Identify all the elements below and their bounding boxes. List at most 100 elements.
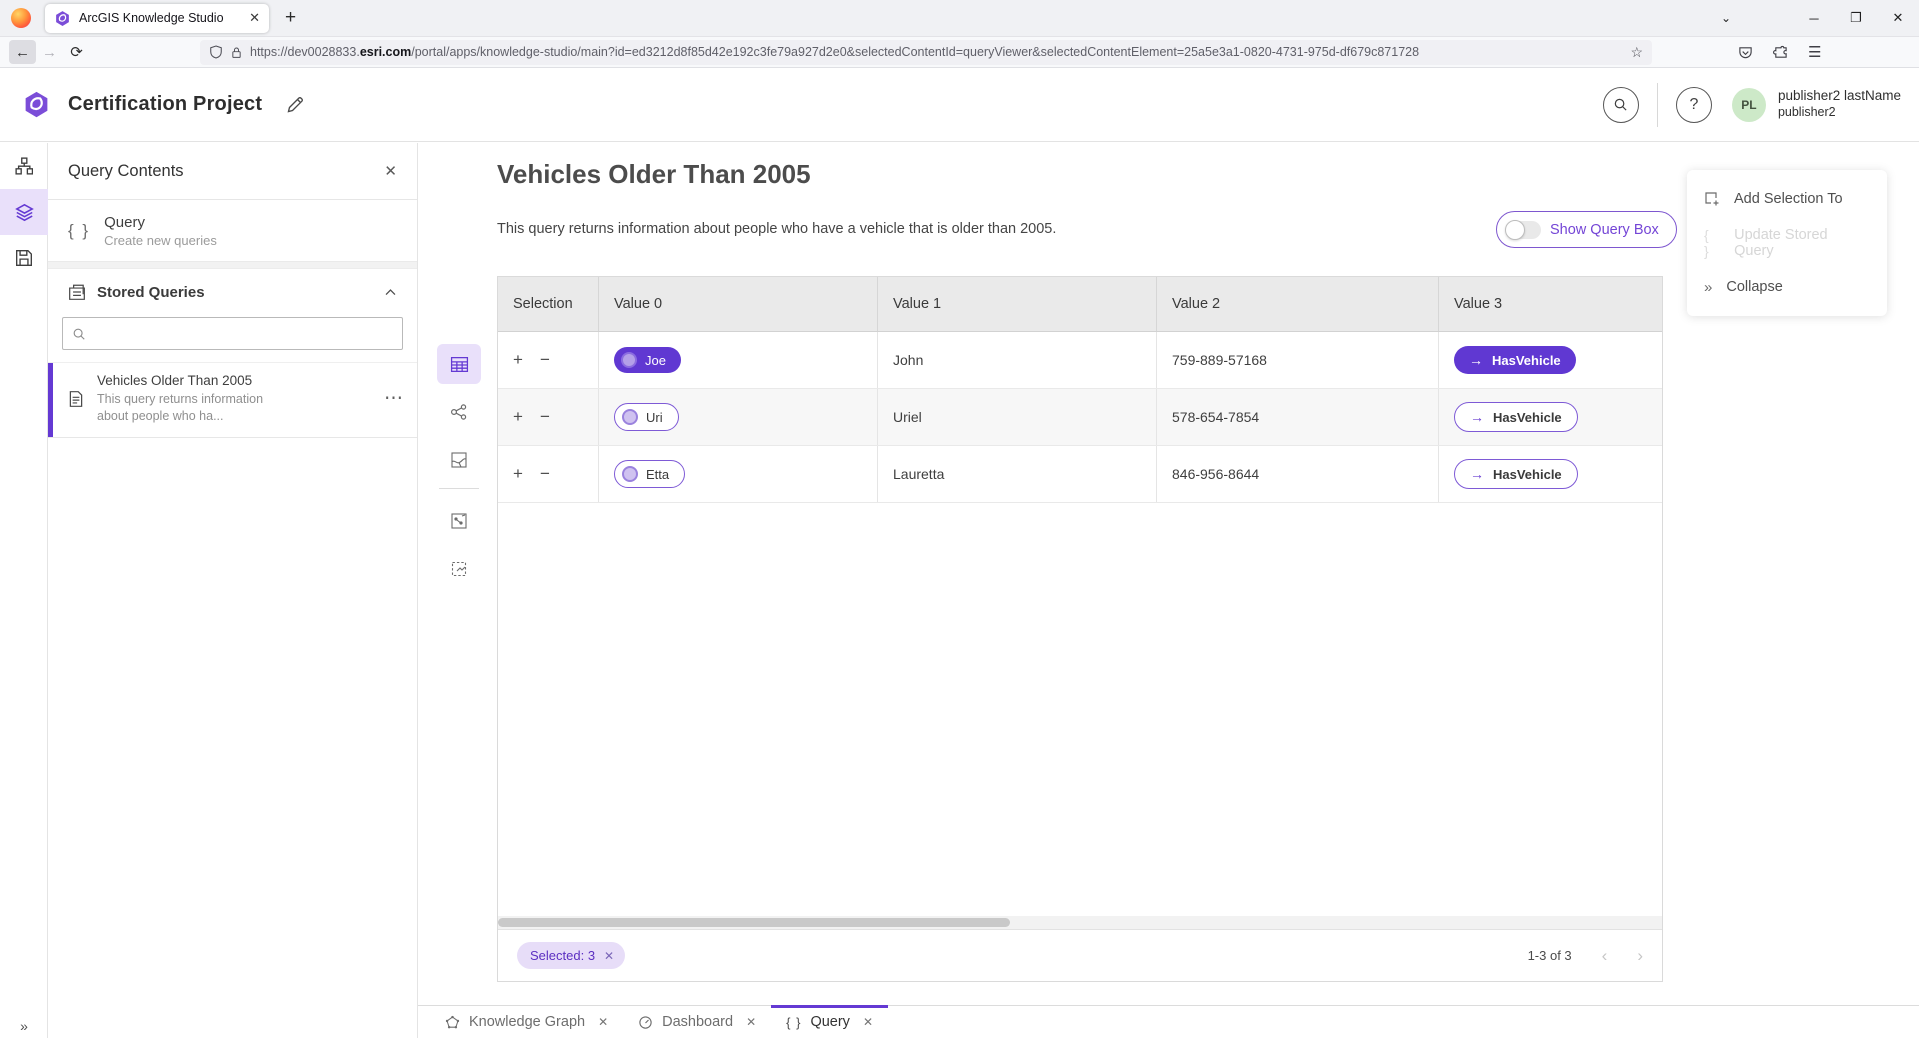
more-options-ellipsis-icon[interactable]: ⋯	[384, 387, 403, 410]
window-minimize-button[interactable]: ─	[1793, 11, 1835, 26]
section-gap	[48, 262, 417, 269]
header-divider	[1657, 83, 1658, 127]
column-header[interactable]: Value 0	[599, 277, 878, 331]
tab-close-icon[interactable]: ✕	[746, 1015, 756, 1029]
search-input[interactable]	[93, 326, 393, 341]
entity-pill[interactable]: Etta	[614, 460, 685, 488]
remove-selection-minus-icon[interactable]: −	[540, 407, 550, 427]
remove-selection-minus-icon[interactable]: −	[540, 464, 550, 484]
new-query-item[interactable]: { } Query Create new queries	[48, 200, 417, 262]
firefox-icon[interactable]	[11, 8, 31, 28]
back-button[interactable]: ←	[9, 40, 36, 64]
menu-item-update-stored-query[interactable]: { } Update Stored Query	[1687, 221, 1887, 265]
clear-selection-icon[interactable]: ✕	[604, 949, 614, 963]
user-name: publisher2 lastName	[1778, 88, 1901, 105]
results-table: Selection Value 0 Value 1 Value 2 Value …	[497, 276, 1663, 982]
cell-value: 759-889-57168	[1172, 352, 1267, 368]
tab-knowledge-graph[interactable]: Knowledge Graph ✕	[430, 1006, 623, 1038]
column-header[interactable]: Selection	[498, 277, 599, 331]
table-header: Selection Value 0 Value 1 Value 2 Value …	[498, 277, 1662, 332]
rail-save-button[interactable]	[0, 235, 48, 281]
browser-nav-bar: ← → ⟳ https://dev0028833.esri.com/portal…	[0, 37, 1919, 68]
show-query-box-toggle[interactable]: Show Query Box	[1496, 211, 1677, 248]
horizontal-scrollbar[interactable]	[498, 916, 1662, 929]
column-header[interactable]: Value 2	[1157, 277, 1439, 331]
tab-close-icon[interactable]: ✕	[863, 1015, 873, 1029]
new-tab-button[interactable]: +	[285, 7, 296, 29]
edit-pencil-icon[interactable]	[286, 96, 304, 114]
pocket-icon[interactable]	[1738, 45, 1753, 60]
next-page-chevron-icon[interactable]: ›	[1637, 946, 1643, 966]
extensions-puzzle-icon[interactable]	[1773, 45, 1788, 60]
expand-rail-chevrons-icon[interactable]: »	[0, 1018, 48, 1034]
tracking-shield-icon[interactable]	[209, 45, 223, 59]
page-description: This query returns information about peo…	[497, 221, 1056, 237]
table-view-button[interactable]	[437, 344, 481, 384]
scrollbar-thumb[interactable]	[498, 918, 1010, 927]
arrow-right-icon: →	[1469, 352, 1483, 368]
entity-pill[interactable]: Uri	[614, 403, 679, 431]
lock-icon[interactable]	[230, 46, 243, 59]
window-close-button[interactable]: ✕	[1877, 10, 1919, 26]
relationship-pill[interactable]: →HasVehicle	[1454, 346, 1576, 374]
rail-knowledge-graph-button[interactable]	[0, 143, 48, 189]
add-to-link-chart-button[interactable]	[437, 501, 481, 541]
browser-tab-strip: ArcGIS Knowledge Studio ✕ + ⌄ ─ ❐ ✕	[0, 0, 1919, 37]
relationship-pill[interactable]: →HasVehicle	[1454, 402, 1578, 432]
bookmark-star-icon[interactable]: ☆	[1630, 44, 1643, 61]
add-selection-square-plus-icon	[1704, 191, 1720, 207]
map-view-button[interactable]	[437, 440, 481, 480]
url-bar[interactable]: https://dev0028833.esri.com/portal/apps/…	[200, 40, 1652, 65]
selection-marquee-icon	[450, 560, 468, 578]
column-header[interactable]: Value 3	[1439, 277, 1662, 331]
query-item-title: Query	[104, 214, 217, 231]
browser-tab[interactable]: ArcGIS Knowledge Studio ✕	[45, 4, 269, 33]
help-button[interactable]: ?	[1676, 87, 1712, 123]
stored-queries-header[interactable]: Stored Queries	[48, 269, 417, 315]
stored-queries-search[interactable]	[62, 317, 403, 350]
stored-query-title: Vehicles Older Than 2005	[97, 373, 297, 388]
table-row: +− Joe John 759-889-57168 →HasVehicle	[498, 332, 1662, 389]
column-header[interactable]: Value 1	[878, 277, 1157, 331]
avatar[interactable]: PL	[1732, 88, 1766, 122]
panel-close-icon[interactable]: ✕	[384, 162, 397, 180]
search-button[interactable]	[1603, 87, 1639, 123]
browser-tab-title: ArcGIS Knowledge Studio	[79, 11, 241, 25]
selection-context-menu: Add Selection To { } Update Stored Query…	[1687, 170, 1887, 316]
dashboard-gauge-icon	[638, 1015, 653, 1030]
toggle-knob	[1505, 220, 1525, 240]
tab-dashboard[interactable]: Dashboard ✕	[623, 1006, 771, 1038]
user-info[interactable]: publisher2 lastName publisher2	[1778, 88, 1901, 121]
tab-close-icon[interactable]: ✕	[249, 10, 260, 26]
toggle-switch[interactable]	[1506, 221, 1541, 239]
entity-dot-icon	[622, 409, 638, 425]
expand-selection-plus-icon[interactable]: +	[513, 464, 523, 484]
entity-pill[interactable]: Joe	[614, 347, 681, 373]
reload-button[interactable]: ⟳	[63, 40, 90, 64]
selected-count-chip[interactable]: Selected: 3 ✕	[517, 942, 625, 969]
previous-page-chevron-icon[interactable]: ‹	[1602, 946, 1608, 966]
table-row: +− Uri Uriel 578-654-7854 →HasVehicle	[498, 389, 1662, 446]
collapse-chevron-up-icon[interactable]	[384, 286, 397, 299]
tab-query[interactable]: { } Query ✕	[771, 1006, 888, 1038]
search-icon	[1613, 97, 1628, 112]
forward-button[interactable]: →	[36, 40, 63, 64]
braces-icon: { }	[68, 221, 90, 241]
stored-query-item[interactable]: Vehicles Older Than 2005 This query retu…	[48, 362, 417, 438]
relationship-pill[interactable]: →HasVehicle	[1454, 459, 1578, 489]
menu-hamburger-icon[interactable]: ☰	[1808, 43, 1821, 61]
spatial-selection-button[interactable]	[437, 549, 481, 589]
rail-contents-button[interactable]	[0, 189, 48, 235]
tab-list-chevron-icon[interactable]: ⌄	[1705, 11, 1747, 25]
stored-query-description: This query returns information about peo…	[97, 391, 297, 425]
link-chart-button[interactable]	[437, 392, 481, 432]
menu-item-collapse[interactable]: » Collapse	[1687, 265, 1887, 309]
remove-selection-minus-icon[interactable]: −	[540, 350, 550, 370]
app-header: Certification Project ? PL publisher2 la…	[0, 68, 1919, 142]
window-restore-button[interactable]: ❐	[1835, 10, 1877, 26]
menu-item-add-selection-to[interactable]: Add Selection To	[1687, 177, 1887, 221]
expand-selection-plus-icon[interactable]: +	[513, 407, 523, 427]
expand-selection-plus-icon[interactable]: +	[513, 350, 523, 370]
tab-close-icon[interactable]: ✕	[598, 1015, 608, 1029]
url-text: https://dev0028833.esri.com/portal/apps/…	[250, 45, 1419, 59]
